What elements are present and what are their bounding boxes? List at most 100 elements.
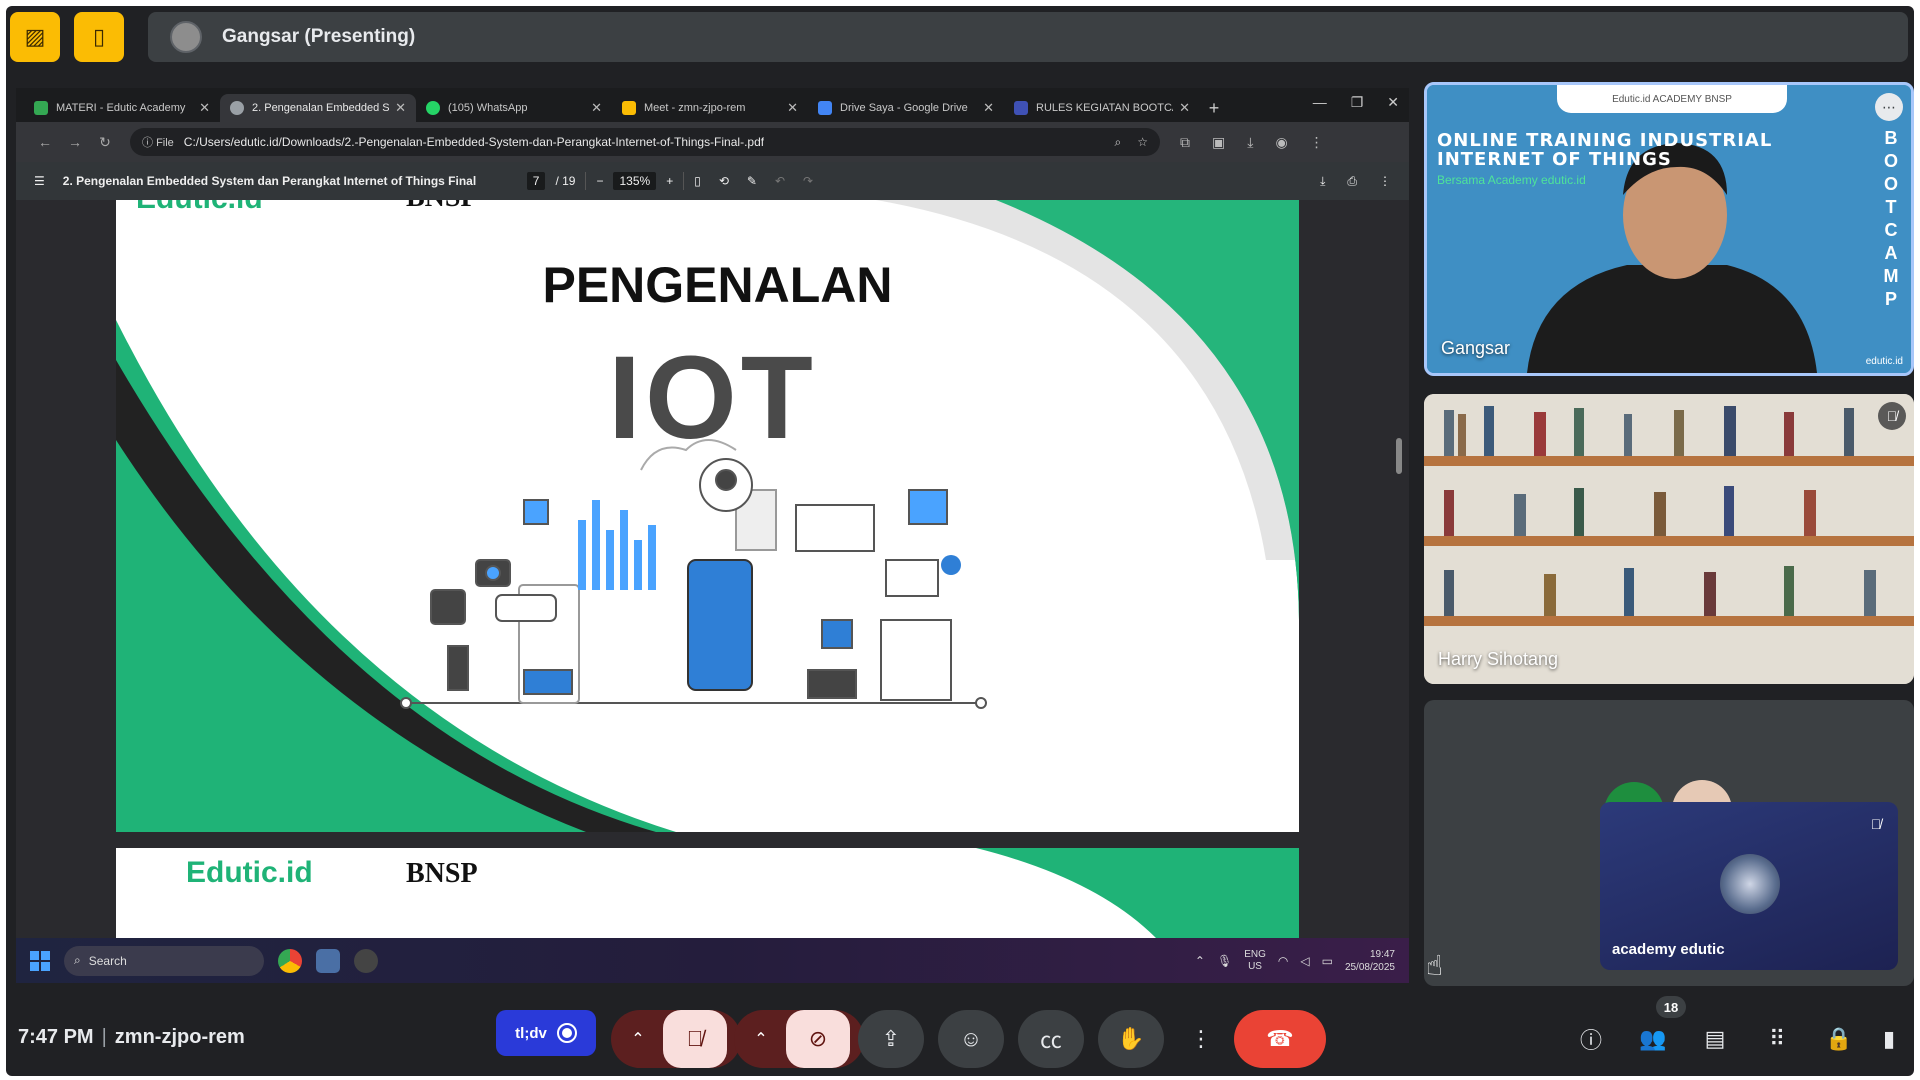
mic-control[interactable]: ⌃ 🎙̸ [611, 1010, 741, 1068]
chevron-up-icon[interactable]: ⌃ [1195, 954, 1205, 968]
more-options-icon[interactable]: ⋯ [1875, 93, 1903, 121]
self-name: academy edutic [1612, 941, 1725, 958]
print-icon[interactable]: ⎙ [1347, 174, 1357, 189]
tab-label: (105) WhatsApp [448, 102, 528, 114]
clock[interactable]: 19:47 25/08/2025 [1345, 948, 1395, 974]
profile-icon[interactable]: ◉ [1275, 134, 1287, 151]
people-button[interactable]: 👥 [1638, 1024, 1668, 1054]
redo-icon[interactable]: ↷ [803, 174, 813, 188]
close-icon[interactable]: ✕ [1179, 100, 1190, 116]
windows-start-icon[interactable] [30, 950, 50, 971]
chevron-up-icon[interactable]: ⌃ [746, 1029, 776, 1049]
minimize-icon[interactable]: — [1313, 94, 1327, 111]
zoom-input[interactable]: 135% [613, 172, 657, 190]
meeting-info: 7:47 PM | zmn-zjpo-rem [18, 1026, 245, 1049]
fit-page-icon[interactable]: ▯ [694, 174, 701, 188]
more-options-button[interactable]: ⋮ [1186, 1010, 1216, 1068]
captions-button[interactable]: ㏄ [1018, 1010, 1084, 1068]
undo-icon[interactable]: ↶ [775, 174, 785, 188]
pdf-toolbar: ☰ 2. Pengenalan Embedded System dan Pera… [16, 162, 1409, 200]
chrome-icon[interactable] [278, 948, 302, 973]
chat-button[interactable]: ▤ [1700, 1024, 1730, 1054]
tab-favicon-icon [230, 101, 244, 115]
end-call-button[interactable]: ☎ [1234, 1010, 1326, 1068]
raise-hand-icon: ✋ [1117, 1026, 1145, 1051]
taskbar-search[interactable]: ⌕ Search [64, 945, 264, 976]
close-icon[interactable]: ✕ [787, 100, 798, 116]
present-button[interactable]: ⇪ [858, 1010, 924, 1068]
raise-hand-button[interactable]: ✋ [1098, 1010, 1164, 1068]
iot-illustration [400, 439, 987, 709]
layout-button[interactable]: ▯ [74, 12, 124, 62]
footer-handle: edutic.id [1865, 356, 1903, 367]
app-icon[interactable] [354, 948, 378, 973]
browser-tab[interactable]: (105) WhatsApp ✕ [416, 94, 612, 122]
volume-icon[interactable]: ◁ [1300, 954, 1309, 968]
file-explorer-icon[interactable] [316, 948, 340, 973]
close-icon[interactable]: ✕ [1387, 94, 1399, 111]
close-icon[interactable]: ✕ [983, 100, 994, 116]
participant-tile[interactable]: 🎙̸ Harry Sihotang [1424, 394, 1914, 684]
chat-icon: ▤ [1704, 1026, 1726, 1051]
close-icon[interactable]: ✕ [199, 100, 210, 116]
host-controls-button[interactable]: 🔒 [1824, 1024, 1854, 1054]
tab-favicon-icon [34, 101, 48, 115]
participant-name: Gangsar [1441, 338, 1511, 358]
zoom-icon[interactable]: ⌕ [1115, 135, 1122, 150]
self-view-tile[interactable]: 🎙̸ academy edutic [1600, 802, 1898, 970]
avatar [1720, 854, 1780, 914]
camera-off-button[interactable]: ⊘ [786, 1010, 850, 1068]
scrollbar-thumb[interactable] [1396, 438, 1402, 474]
mic-icon[interactable]: 🎙 [1217, 954, 1232, 968]
windows-taskbar: ⌕ Search ⌃ 🎙 ENG US ◠ ◁ ▭ 19:47 25/08/20… [16, 938, 1409, 983]
browser-tab-active[interactable]: 2. Pengenalan Embedded S ✕ [220, 94, 416, 122]
extensions-icon[interactable]: ⧉ [1180, 134, 1190, 151]
activities-button[interactable]: ⠿ [1762, 1024, 1792, 1054]
mic-off-button[interactable]: 🎙̸ [663, 1010, 727, 1068]
search-icon: ⌕ [74, 953, 81, 967]
tldv-record-button[interactable]: tl;dv [496, 1010, 596, 1056]
pdf-title: 2. Pengenalan Embedded System dan Perang… [62, 174, 477, 188]
info-button[interactable]: ⓘ [1576, 1024, 1606, 1054]
pdf-scrollbar[interactable] [1395, 200, 1403, 938]
hamburger-icon[interactable]: ☰ [34, 174, 45, 188]
wifi-icon[interactable]: ◠ [1278, 954, 1288, 968]
browser-tab[interactable]: RULES KEGIATAN BOOTCA ✕ [1004, 94, 1200, 122]
browser-tab[interactable]: MATERI - Edutic Academy ✕ [24, 94, 220, 122]
page-input[interactable]: 7 [526, 172, 546, 190]
extra-button[interactable]: ▮ [1874, 1024, 1904, 1054]
tab-label: RULES KEGIATAN BOOTCA [1036, 102, 1174, 114]
star-icon[interactable]: ☆ [1137, 135, 1148, 150]
download-icon[interactable]: ⤓ [1320, 174, 1325, 189]
zoom-in-icon[interactable]: + [666, 174, 673, 188]
new-tab-button[interactable]: + [1200, 94, 1228, 122]
language-indicator[interactable]: ENG US [1244, 949, 1266, 973]
chevron-up-icon[interactable]: ⌃ [623, 1029, 653, 1049]
url-text[interactable]: C:/Users/edutic.id/Downloads/2.-Pengenal… [184, 135, 764, 149]
rotate-icon[interactable]: ⟲ [719, 174, 729, 188]
menu-icon[interactable]: ⋮ [1310, 134, 1324, 151]
download-icon[interactable]: ⤓ [1247, 134, 1253, 151]
annotate-icon[interactable]: ✎ [747, 174, 757, 188]
browser-tab[interactable]: Drive Saya - Google Drive ✕ [808, 94, 1004, 122]
forward-icon[interactable]: → [60, 134, 90, 150]
battery-icon[interactable]: ▭ [1322, 954, 1333, 968]
participant-tile-group[interactable]: 🎙̸ academy edutic ☝ [1424, 700, 1914, 986]
side-panel-icon[interactable]: ▣ [1212, 134, 1225, 151]
stop-presenting-button[interactable]: ▨ [10, 12, 60, 62]
emoji-button[interactable]: ☺ [938, 1010, 1004, 1068]
close-icon[interactable]: ✕ [395, 100, 406, 116]
restore-icon[interactable]: ❐ [1351, 94, 1364, 111]
participant-tile-presenter[interactable]: Edutic.id ACADEMY BNSP ONLINE TRAINING I… [1424, 82, 1914, 376]
more-vert-icon[interactable]: ⋮ [1379, 174, 1391, 189]
omnibox[interactable]: ⓘ File C:/Users/edutic.id/Downloads/2.-P… [130, 128, 1160, 156]
close-icon[interactable]: ✕ [591, 100, 602, 116]
reload-icon[interactable]: ↻ [90, 134, 120, 151]
extension-bar: ⧉ ▣ ⤓ ◉ ⋮ [1180, 134, 1324, 151]
browser-tab[interactable]: Meet - zmn-zjpo-rem ✕ [612, 94, 808, 122]
zoom-out-icon[interactable]: − [596, 174, 603, 188]
camera-control[interactable]: ⌃ ⊘ [734, 1010, 864, 1068]
back-icon[interactable]: ← [30, 134, 60, 150]
tldv-label: tl;dv [515, 1024, 547, 1042]
pdf-viewer[interactable]: PENGENALAN IOT Edutic.id BNSP [16, 200, 1409, 938]
